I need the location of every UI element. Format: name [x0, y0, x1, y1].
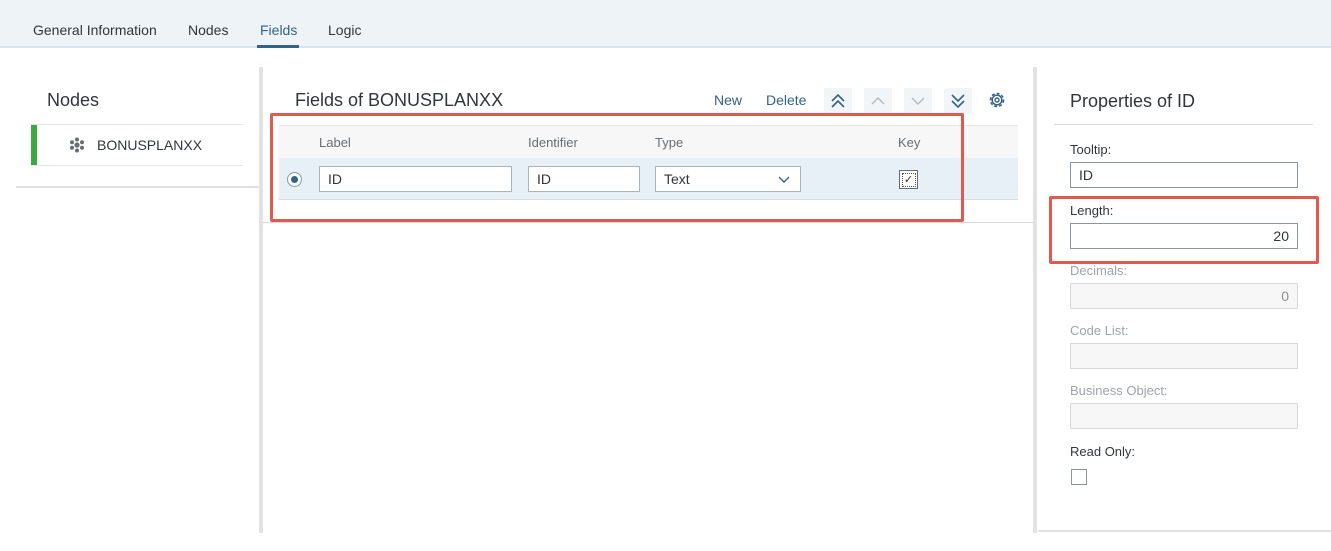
properties-title-divider — [1054, 124, 1313, 125]
read-only-checkbox[interactable] — [1071, 469, 1087, 485]
column-divider-left — [259, 67, 263, 533]
code-list-input — [1070, 343, 1298, 369]
delete-button[interactable]: Delete — [766, 92, 806, 108]
node-hierarchy-icon — [70, 137, 84, 153]
fields-panel-divider — [263, 222, 1034, 223]
tab-logic[interactable]: Logic — [328, 21, 361, 39]
decimals-input: 0 — [1070, 283, 1298, 309]
move-up-button[interactable] — [864, 88, 892, 114]
node-list-item[interactable]: BONUSPLANXX — [31, 124, 243, 166]
tooltip-label: Tooltip: — [1070, 142, 1112, 157]
tab-fields[interactable]: Fields — [260, 21, 297, 39]
business-object-input — [1070, 403, 1298, 429]
move-bottom-button[interactable] — [944, 88, 972, 114]
tab-bar: General Information Nodes Fields Logic — [0, 0, 1331, 48]
column-divider-right — [1033, 67, 1037, 533]
tab-general-information[interactable]: General Information — [33, 21, 157, 39]
left-panel-divider — [16, 186, 259, 188]
move-top-button[interactable] — [824, 88, 852, 114]
business-object-label: Business Object: — [1070, 383, 1168, 398]
properties-panel-bottom-border — [1038, 530, 1331, 532]
nodes-panel-title: Nodes — [47, 90, 100, 110]
move-top-icon — [831, 93, 845, 108]
selected-indicator — [31, 125, 37, 165]
length-field-highlight — [1049, 196, 1319, 264]
node-label: BONUSPLANXX — [97, 137, 203, 153]
active-tab-indicator — [257, 45, 299, 48]
properties-panel-title: Properties of ID — [1070, 91, 1196, 111]
decimals-label: Decimals: — [1070, 263, 1128, 278]
settings-gear-icon[interactable] — [987, 90, 1007, 110]
move-down-button[interactable] — [904, 88, 932, 114]
fields-panel-title: Fields of BONUSPLANXX — [295, 90, 504, 110]
tab-nodes[interactable]: Nodes — [188, 21, 228, 39]
code-list-label: Code List: — [1070, 323, 1129, 338]
move-up-icon — [871, 97, 885, 105]
fields-table-highlight — [270, 113, 964, 222]
tooltip-input[interactable]: ID — [1070, 162, 1298, 188]
read-only-label: Read Only: — [1070, 444, 1136, 459]
move-bottom-icon — [951, 94, 965, 109]
new-button[interactable]: New — [714, 92, 742, 108]
move-down-icon — [911, 97, 925, 105]
